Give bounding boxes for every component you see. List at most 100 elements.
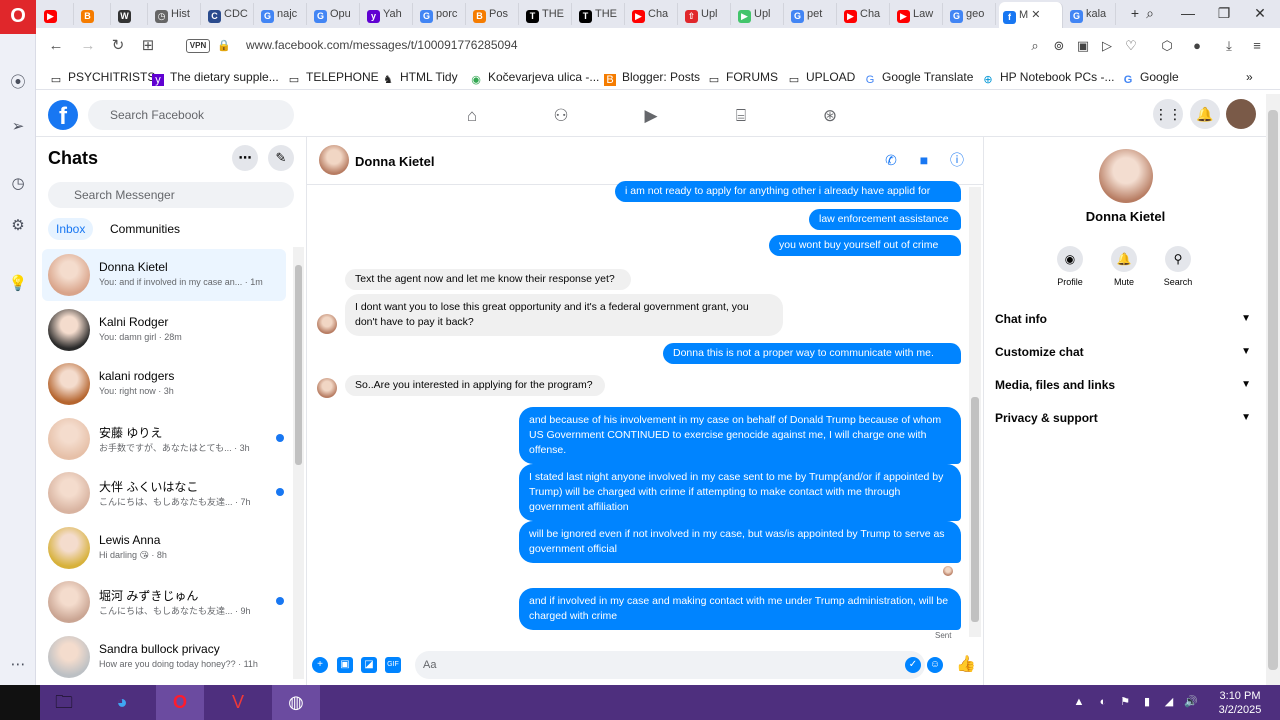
browser-tab[interactable]: T THE: [575, 3, 625, 25]
incoming-message[interactable]: Text the agent now and let me know their…: [345, 269, 631, 290]
bookmark[interactable]: ⊕ HP Notebook PCs -...: [982, 70, 1114, 86]
home-icon[interactable]: ⌂: [461, 105, 483, 127]
bookmark[interactable]: ◉ Kočevarjeva ulica -...: [470, 70, 599, 86]
settings-gear-icon[interactable]: ⚙: [8, 216, 28, 236]
vpn-badge[interactable]: VPN: [186, 39, 210, 53]
battery-icon[interactable]: ▮: [1140, 695, 1154, 709]
video-call-icon[interactable]: ■: [915, 151, 933, 169]
browser-tab[interactable]: fM ✕: [999, 2, 1063, 28]
browser-tab[interactable]: B Pos: [469, 3, 519, 25]
plus-icon[interactable]: +: [312, 657, 328, 673]
chat-list-item[interactable]: Kalni Rodger You: damn girl · 28m: [42, 304, 286, 356]
section-customize-chat[interactable]: Customize chat ▼: [995, 338, 1257, 366]
browser-tab[interactable]: ▶ Cha: [840, 3, 890, 25]
bookmark[interactable]: ▭ UPLOAD: [788, 70, 856, 86]
clock[interactable]: 3:10 PM 3/2/2025: [1210, 689, 1270, 717]
heart-icon[interactable]: ♡: [1122, 37, 1140, 55]
obs-icon[interactable]: ◍: [272, 685, 320, 720]
more-icon[interactable]: ⋯: [8, 655, 28, 675]
bookmark[interactable]: ♞ HTML Tidy: [382, 70, 458, 86]
avatar[interactable]: [1099, 149, 1153, 203]
bookmark[interactable]: ▭ PSYCHITRISTS: [50, 70, 156, 86]
chat-list-scroll-thumb[interactable]: [295, 265, 302, 465]
volume-icon[interactable]: 🔊: [1184, 695, 1198, 709]
bookmark[interactable]: G Google: [1122, 70, 1179, 86]
browser-tab[interactable]: Gnajc: [257, 3, 307, 25]
download-icon[interactable]: ⤓: [1220, 37, 1238, 55]
conversation-scroll-thumb[interactable]: [971, 397, 979, 622]
browser-tab[interactable]: C CDC: [204, 3, 254, 25]
browser-tab[interactable]: G Opu: [310, 3, 360, 25]
friends-icon[interactable]: ⚇: [550, 105, 572, 127]
marketplace-icon[interactable]: ⌸: [730, 105, 752, 127]
opera-logo-icon[interactable]: O: [0, 0, 36, 34]
bookmark[interactable]: y The dietary supple...: [152, 70, 279, 86]
extensions-cube-icon[interactable]: ⬡: [1158, 37, 1176, 55]
new-message-button[interactable]: ✎: [268, 145, 294, 171]
section-chat-info[interactable]: Chat info ▼: [995, 305, 1257, 333]
lightbulb-icon[interactable]: 💡: [8, 274, 28, 294]
browser-tab[interactable]: ▶ Upl: [734, 3, 784, 25]
message-input[interactable]: Aa: [415, 651, 925, 679]
send-to-icon[interactable]: ▷: [1098, 37, 1116, 55]
browser-tab[interactable]: ▶: [40, 3, 74, 25]
bookmark[interactable]: G Google Translate: [864, 70, 974, 86]
outgoing-message[interactable]: and if involved in my case and making co…: [519, 588, 961, 630]
page-scroll-thumb[interactable]: [1268, 110, 1278, 670]
chat-list-item[interactable]: 安藤 ゆりえ お手数ですが、あなたはとても... · 3h: [42, 413, 286, 465]
facebook-search-input[interactable]: Search Facebook: [88, 100, 294, 130]
profile-icon[interactable]: ◉: [1057, 246, 1083, 272]
outgoing-message[interactable]: Donna this is not a proper way to commun…: [663, 343, 961, 364]
notifications-bell-icon[interactable]: 🔔: [1190, 99, 1220, 129]
chat-list-item[interactable]: Lewis Anna Hi darling 😘 · 8h: [42, 522, 286, 574]
browser-tab[interactable]: ◷ Hist: [151, 3, 201, 25]
tray-chevron-icon[interactable]: ▲: [1072, 695, 1086, 709]
chat-list-item[interactable]: 大伴 ふくいはなこ こんにちは、もしあなたも友達... · 7h: [42, 467, 286, 519]
vivaldi-icon[interactable]: V: [214, 685, 262, 720]
outgoing-message[interactable]: you wont buy yourself out of crime: [769, 235, 961, 256]
avatar[interactable]: [319, 145, 349, 175]
bookmark[interactable]: B Blogger: Posts: [604, 70, 700, 86]
account-avatar[interactable]: [1226, 99, 1256, 129]
flag-icon[interactable]: ⚑: [1118, 695, 1132, 709]
tray-app-icon[interactable]: ◐: [1096, 695, 1110, 709]
outgoing-message[interactable]: and because of his involvement in my cas…: [519, 407, 961, 464]
lock-icon[interactable]: 🔒: [214, 36, 234, 56]
browser-tab[interactable]: ⇧ Upl: [681, 3, 731, 25]
camera-icon[interactable]: ▣: [1074, 37, 1092, 55]
tab-inbox[interactable]: Inbox: [48, 218, 94, 240]
edge-icon[interactable]: ◕: [98, 685, 146, 720]
menu-grid-icon[interactable]: ⋮⋮: [1153, 99, 1183, 129]
checkmark-icon[interactable]: ✓: [905, 657, 921, 673]
facebook-logo-icon[interactable]: f: [48, 100, 78, 130]
close-window-button[interactable]: ✕: [1248, 2, 1272, 24]
desktop-preview[interactable]: [0, 685, 40, 720]
messenger-icon[interactable]: ⦿: [8, 73, 28, 93]
forward-button[interactable]: →: [78, 36, 98, 56]
gaming-icon[interactable]: ⊛: [819, 105, 841, 127]
incoming-message[interactable]: So..Are you interested in applying for t…: [345, 375, 605, 396]
search-page-icon[interactable]: ⌕: [1026, 37, 1044, 55]
outgoing-message[interactable]: law enforcement assistance: [809, 209, 961, 230]
browser-tab[interactable]: Gporc: [416, 3, 466, 25]
browser-tab[interactable]: Ggeo: [946, 3, 996, 25]
menu-icon[interactable]: ≡: [1248, 37, 1266, 55]
chat-list-item[interactable]: Donna Kietel You: and if involved in my c…: [42, 249, 286, 301]
tabs-grid-icon[interactable]: ⊞: [138, 36, 158, 56]
outgoing-message[interactable]: I stated last night anyone involved in m…: [519, 464, 961, 521]
gif-icon[interactable]: GIF: [385, 657, 401, 673]
photo-icon[interactable]: ▣: [337, 657, 353, 673]
chat-list-item[interactable]: Sandra bullock privacy How are you doing …: [42, 631, 286, 683]
search-tabs-icon[interactable]: ⌕: [1138, 2, 1162, 24]
browser-tab[interactable]: Gkala: [1066, 3, 1116, 25]
browser-tab[interactable]: ▶ Law: [893, 3, 943, 25]
messenger-search-input[interactable]: Search Messenger: [48, 182, 294, 208]
info-icon[interactable]: ⓘ: [948, 151, 966, 169]
browser-tab[interactable]: W: [114, 3, 148, 25]
chat-options-button[interactable]: ⋯: [232, 145, 258, 171]
chat-list-item[interactable]: kalani rodgers You: right now · 3h: [42, 358, 286, 410]
emoji-icon[interactable]: ☺: [927, 657, 943, 673]
sticker-icon[interactable]: ◪: [361, 657, 377, 673]
phone-call-icon[interactable]: ✆: [882, 151, 900, 169]
browser-tab[interactable]: ▶ Cha: [628, 3, 678, 25]
